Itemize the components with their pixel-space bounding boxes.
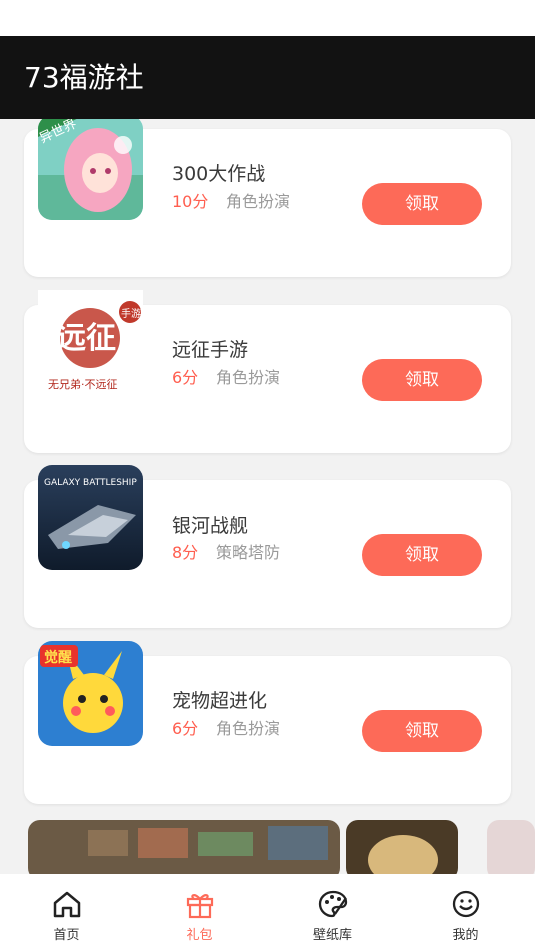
game-score: 6分 [172,368,199,387]
nav-mine[interactable]: 我的 [399,874,532,951]
nav-gift[interactable]: 礼包 [133,874,266,951]
palette-icon [318,890,347,918]
game-name: 300大作战 [172,163,266,185]
nav-label: 壁纸库 [312,928,352,943]
icon-label: 远征 [56,321,116,356]
smile-icon [452,890,479,918]
game-score: 10分 [172,192,209,211]
icon-tag: 手游 [121,307,141,320]
banner-carousel[interactable] [28,820,535,874]
claim-button[interactable]: 领取 [362,710,482,752]
game-icon-galaxy: GALAXY BATTLESHIP [38,465,143,570]
home-icon [53,891,80,918]
game-icon-pet: 觉醒 [38,641,143,746]
bottom-nav: 首页 礼包 壁纸库 我的 [0,874,535,951]
game-name: 银河战舰 [172,515,249,537]
nav-home[interactable]: 首页 [0,874,133,951]
game-icon-300: 异世界 [38,119,143,220]
game-score: 6分 [172,719,199,738]
gift-icon [186,894,213,919]
game-category: 角色扮演 [226,192,291,211]
claim-button[interactable]: 领取 [362,359,482,401]
nav-label: 首页 [53,928,80,943]
nav-label: 我的 [452,928,479,943]
status-bar [0,0,535,36]
game-score: 8分 [172,543,199,562]
claim-button[interactable]: 领取 [362,534,482,576]
game-name: 宠物超进化 [172,690,268,712]
game-category: 角色扮演 [216,719,281,738]
game-name: 远征手游 [172,339,249,361]
nav-label: 礼包 [186,928,213,943]
app-bar: 73福游社 [0,36,535,119]
game-category: 策略塔防 [216,543,281,562]
icon-label: 觉醒 [44,649,72,666]
game-icon-yuanzheng: 远征 手游 无兄弟·不远征 [38,290,143,395]
icon-label: GALAXY BATTLESHIP [44,478,137,488]
icon-slogan: 无兄弟·不远征 [48,378,118,391]
app-title: 73福游社 [24,61,144,94]
game-category: 角色扮演 [216,368,281,387]
nav-wallpaper[interactable]: 壁纸库 [266,874,399,951]
claim-button[interactable]: 领取 [362,183,482,225]
gift-list[interactable]: 异世界 300大作战 10分 角色扮演 领取 远征 手游 无兄弟·不远征 远征手… [0,119,535,874]
